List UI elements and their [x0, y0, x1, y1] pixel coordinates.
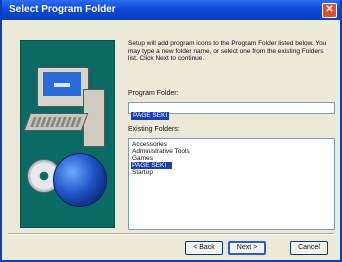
list-item[interactable]: Accessories: [131, 141, 334, 148]
list-item-selected[interactable]: PAGE SEKI: [131, 162, 172, 169]
program-folder-label: Program Folder:: [128, 90, 179, 97]
cancel-button[interactable]: Cancel: [290, 241, 328, 255]
list-item[interactable]: Administrative Tools: [131, 148, 334, 155]
list-item[interactable]: Startup: [131, 169, 334, 176]
existing-folders-label: Existing Folders:: [128, 126, 180, 133]
setup-dialog: Select Program Folder ✕ Setup will add p…: [0, 0, 342, 262]
close-icon[interactable]: ✕: [322, 3, 337, 18]
intro-text: Setup will add program icons to the Prog…: [128, 40, 327, 62]
list-item[interactable]: Games: [131, 155, 334, 162]
monitor-screen: [43, 72, 81, 96]
title-bar: Select Program Folder ✕: [2, 0, 340, 20]
computer-icon: [37, 67, 89, 107]
window-title: Select Program Folder: [9, 4, 116, 15]
globe-icon: [53, 153, 107, 207]
back-button[interactable]: < Back: [185, 241, 223, 255]
existing-folders-list[interactable]: Accessories Administrative Tools Games P…: [128, 138, 335, 230]
next-button[interactable]: Next >: [228, 241, 266, 255]
setup-illustration: [20, 40, 115, 228]
program-folder-value: PAGE SEKI: [131, 112, 170, 120]
program-folder-input[interactable]: PAGE SEKI: [128, 102, 335, 120]
keyboard-icon: [23, 113, 89, 131]
divider: [8, 233, 334, 235]
